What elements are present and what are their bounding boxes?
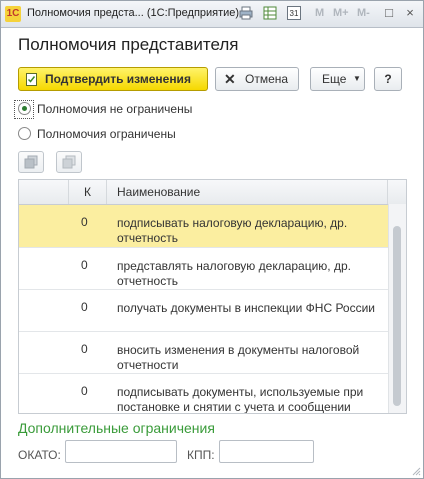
maximize-icon[interactable]: □ [381,5,397,21]
column-header-name[interactable]: Наименование [107,180,388,204]
confirm-changes-label: Подтвердить изменения [45,72,191,86]
column-header-empty[interactable] [19,180,69,204]
help-button[interactable]: ? [374,67,402,91]
table-row[interactable]: 0 представлять налоговую декларацию, др.… [19,248,388,290]
duplicate-button[interactable] [56,151,82,173]
memory-plus-button[interactable]: M+ [333,7,349,19]
table-row[interactable]: 0 вносить изменения в документы налогово… [19,332,388,374]
copy-button[interactable] [18,151,44,173]
memory-m-button[interactable]: M [315,7,324,19]
app-logo-icon[interactable]: 1С [5,6,21,22]
radio-unlimited[interactable]: Полномочия не ограничены [18,102,218,116]
radio-limited-label: Полномочия ограничены [37,127,176,141]
powers-table[interactable]: К Наименование 0 подписывать налоговую д… [18,179,407,414]
radio-unchecked-icon[interactable] [18,127,31,140]
close-icon[interactable]: × [402,5,418,21]
cell-k: 0 [81,215,88,229]
radio-checked-icon[interactable] [18,102,31,115]
cancel-label: Отмена [245,72,289,86]
kpp-field[interactable] [219,440,314,463]
cell-name: получать документы в инспекции ФНС Росси… [117,301,376,315]
additional-restrictions-title: Дополнительные ограничения [18,420,215,436]
kpp-label: КПП: [187,448,215,462]
cell-name: подписывать документы, используемые при … [117,385,364,414]
memory-minus-button[interactable]: M- [357,7,370,19]
table-row[interactable]: 0 подписывать документы, используемые пр… [19,374,388,414]
table-scrollbar[interactable] [388,204,406,413]
resize-grip-icon[interactable] [411,466,421,476]
cell-name: вносить изменения в документы налоговой … [117,343,360,372]
cell-name: подписывать налоговую декларацию, др. от… [117,216,348,245]
print-icon[interactable] [239,6,253,20]
chevron-down-icon: ▼ [353,74,361,83]
cancel-button[interactable]: ✕ Отмена [215,67,299,91]
scrollbar-thumb[interactable] [393,226,401,406]
cell-k: 0 [81,258,88,272]
page-title: Полномочия представителя [18,35,239,54]
table-header: К Наименование [19,180,406,205]
cell-k: 0 [81,300,88,314]
cell-k: 0 [81,384,88,398]
dialog-window: 1С Полномочия предста... (1С:Предприятие… [0,0,424,479]
table-row[interactable]: 0 подписывать налоговую декларацию, др. … [19,205,388,248]
duplicate-icon [62,155,76,169]
cell-k: 0 [81,342,88,356]
table-row[interactable]: 0 получать документы в инспекции ФНС Рос… [19,290,388,332]
calendar-icon[interactable]: 31 [287,6,301,20]
confirm-changes-button[interactable]: Подтвердить изменения [18,67,208,91]
window-title: Полномочия предста... (1С:Предприятие) [27,7,240,19]
radio-limited[interactable]: Полномочия ограничены [18,127,218,141]
more-label: Еще [322,72,347,86]
spreadsheet-icon[interactable] [263,6,277,20]
document-check-icon [26,73,37,86]
close-x-icon: ✕ [224,71,236,87]
radio-unlimited-label: Полномочия не ограничены [37,102,193,116]
column-header-k[interactable]: К [69,180,107,204]
more-button[interactable]: Еще ▼ [310,67,365,91]
copy-icon [24,155,38,169]
cell-name: представлять налоговую декларацию, др. о… [117,259,351,288]
okato-field[interactable] [65,440,177,463]
title-bar: 1С Полномочия предста... (1С:Предприятие… [1,1,423,28]
okato-label: ОКАТО: [18,448,61,462]
